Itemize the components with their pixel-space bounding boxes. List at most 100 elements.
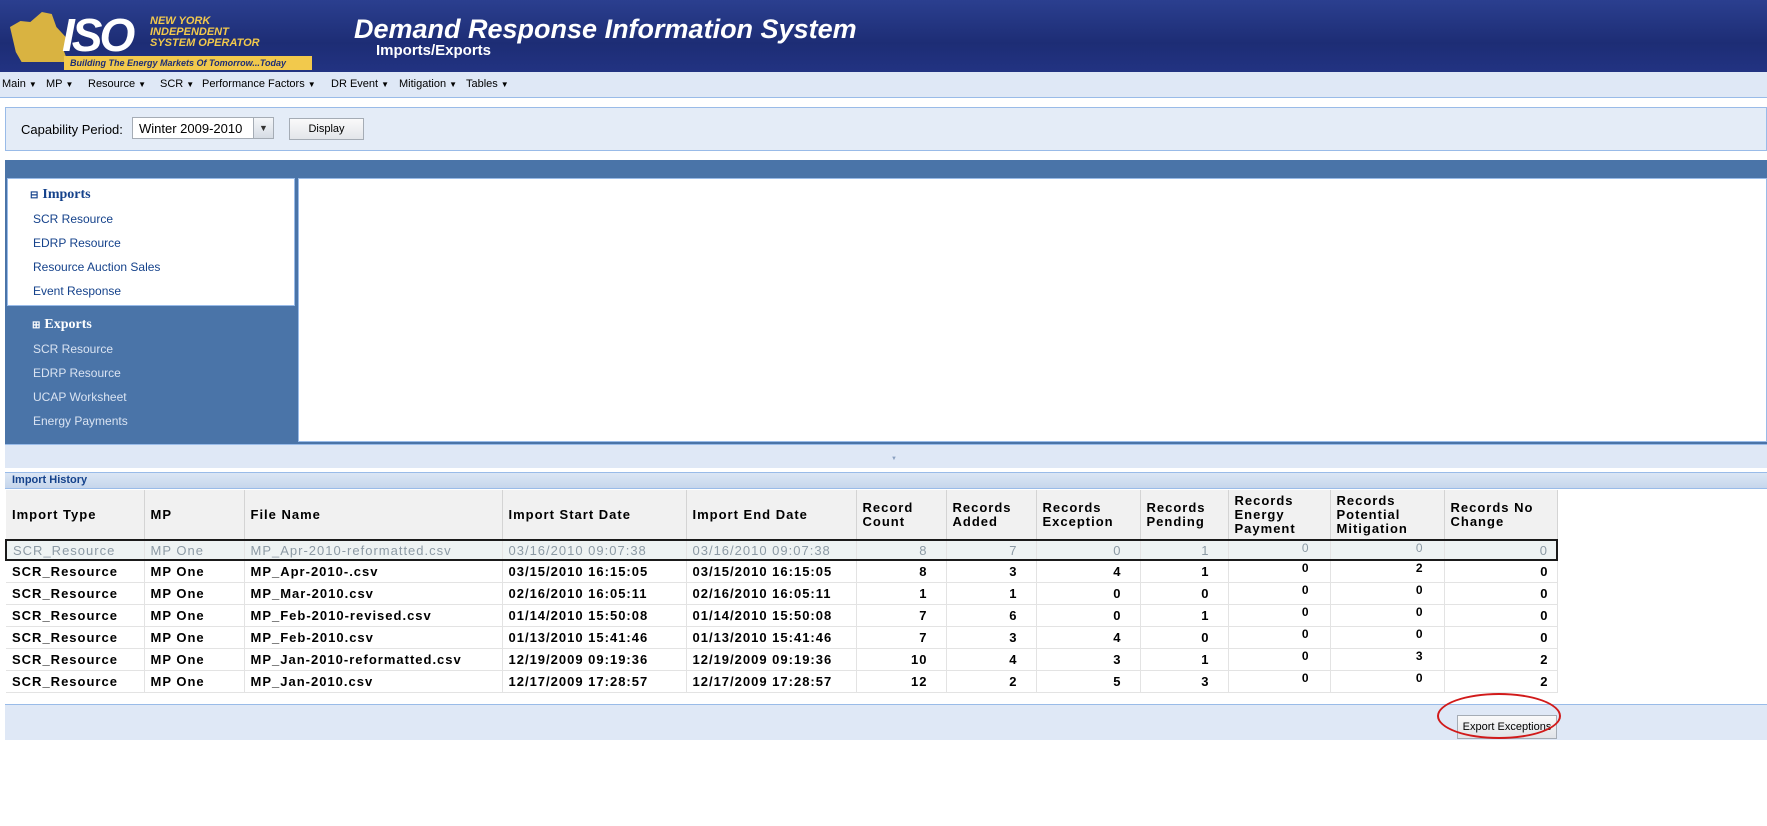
cell-file-name: MP_Feb-2010-revised.csv: [244, 604, 503, 627]
new-york-state-map-icon: [10, 12, 68, 62]
caret-down-icon: ▼: [138, 80, 146, 89]
cell-file-name: MP_Jan-2010-reformatted.csv: [244, 648, 503, 671]
column-header-records-energy-payment[interactable]: Records Energy Payment: [1228, 490, 1331, 541]
menu-resource[interactable]: Resource ▼: [88, 77, 146, 92]
menu-scr[interactable]: SCR ▼: [160, 77, 194, 92]
caret-down-icon: ▼: [28, 80, 37, 89]
menu-tables[interactable]: Tables ▼: [466, 77, 509, 92]
menu-label: MP: [46, 78, 63, 90]
imports-link-edrp-resource[interactable]: EDRP Resource: [33, 235, 121, 251]
cell-file-name: MP_Feb-2010.csv: [244, 626, 503, 649]
cell-end-date: 01/14/2010 15:50:08: [686, 604, 857, 627]
column-header-records-added[interactable]: Records Added: [946, 490, 1037, 541]
cell-record-count: 8: [856, 560, 947, 583]
expand-icon[interactable]: ⊞: [32, 320, 40, 331]
imports-link-scr-resource[interactable]: SCR Resource: [33, 211, 113, 227]
menu-label: SCR: [160, 78, 184, 90]
imports-header[interactable]: ⊟ Imports: [30, 186, 91, 205]
cell-start-date: 02/16/2010 16:05:11: [502, 582, 687, 605]
menu-main[interactable]: Main ▼: [2, 77, 37, 92]
column-header-import-end-date[interactable]: Import End Date: [686, 490, 857, 541]
exports-header[interactable]: ⊞ Exports: [32, 316, 92, 335]
cell-records-energy-payment: 0: [1228, 560, 1331, 583]
exports-link-edrp-resource[interactable]: EDRP Resource: [33, 365, 121, 381]
column-header-file-name[interactable]: File Name: [244, 490, 503, 541]
table-row[interactable]: SCR_Resource MP One MP_Jan-2010-reformat…: [6, 648, 1558, 671]
table-row[interactable]: SCR_Resource MP One MP_Apr-2010-reformat…: [5, 539, 1558, 561]
table-row[interactable]: SCR_Resource MP One MP_Feb-2010-revised.…: [6, 604, 1558, 627]
collapse-icon[interactable]: ⊟: [30, 190, 38, 201]
cell-mp: MP One: [144, 648, 245, 671]
column-header-records-pending[interactable]: Records Pending: [1140, 490, 1229, 541]
table-row[interactable]: SCR_Resource MP One MP_Mar-2010.csv 02/1…: [6, 582, 1558, 605]
page-subtitle: Imports/Exports: [376, 42, 492, 59]
cell-records-potential-mitigation: 0: [1330, 626, 1445, 649]
menu-dr-event[interactable]: DR Event ▼: [331, 77, 389, 92]
exports-link-energy-payments[interactable]: Energy Payments: [33, 413, 128, 429]
logo-org-name: NEW YORK INDEPENDENT SYSTEM OPERATOR: [150, 16, 290, 49]
column-header-import-start-date[interactable]: Import Start Date: [502, 490, 687, 541]
column-header-records-potential-mitigation[interactable]: Records Potential Mitigation: [1330, 490, 1445, 541]
cell-records-potential-mitigation: 0: [1330, 539, 1445, 561]
cell-records-added: 2: [946, 670, 1037, 693]
capability-period-select[interactable]: Winter 2009-2010 ▼: [132, 117, 274, 139]
cell-start-date: 03/15/2010 16:15:05: [502, 560, 687, 583]
menu-performance-factors[interactable]: Performance Factors ▼: [202, 77, 316, 92]
panel-header-band: [5, 160, 1767, 178]
cell-records-exception: 0: [1036, 582, 1141, 605]
table-row[interactable]: SCR_Resource MP One MP_Feb-2010.csv 01/1…: [6, 626, 1558, 649]
cell-records-pending: 1: [1140, 648, 1229, 671]
cell-records-exception: 5: [1036, 670, 1141, 693]
menu-label: Tables: [466, 78, 498, 90]
imports-title: Imports: [42, 187, 91, 202]
cell-start-date: 01/13/2010 15:41:46: [502, 626, 687, 649]
column-header-import-type[interactable]: Import Type: [6, 490, 145, 541]
cell-records-no-change: 0: [1444, 626, 1558, 649]
cell-records-no-change: 2: [1444, 670, 1558, 693]
display-button[interactable]: Display: [289, 118, 364, 140]
cell-start-date: 03/16/2010 09:07:38: [502, 539, 687, 561]
annotation-highlight-oval: [1437, 693, 1561, 739]
cell-records-energy-payment: 0: [1228, 604, 1331, 627]
exports-link-ucap-worksheet[interactable]: UCAP Worksheet: [33, 389, 127, 405]
cell-import-type: SCR_Resource: [5, 539, 145, 561]
logo-iso-text: ISO: [62, 9, 135, 61]
cell-start-date: 12/19/2009 09:19:36: [502, 648, 687, 671]
menu-mitigation[interactable]: Mitigation ▼: [399, 77, 457, 92]
cell-records-pending: 0: [1140, 626, 1229, 649]
cell-records-energy-payment: 0: [1228, 648, 1331, 671]
column-header-records-exception[interactable]: Records Exception: [1036, 490, 1141, 541]
cell-end-date: 03/16/2010 09:07:38: [686, 539, 857, 561]
menu-mp[interactable]: MP ▼: [46, 77, 73, 92]
imports-exports-panel: ⊟ Imports SCR Resource EDRP Resource Reso…: [5, 178, 1767, 444]
cell-records-exception: 4: [1036, 626, 1141, 649]
column-header-mp[interactable]: MP: [144, 490, 245, 541]
logo-org-line: SYSTEM OPERATOR: [150, 37, 260, 49]
panel-splitter[interactable]: ▼: [5, 444, 1767, 468]
cell-mp: MP One: [144, 582, 245, 605]
menu-label: Performance Factors: [202, 78, 305, 90]
cell-records-pending: 1: [1140, 560, 1229, 583]
exports-link-scr-resource[interactable]: SCR Resource: [33, 341, 113, 357]
cell-records-added: 7: [946, 539, 1037, 561]
imports-link-resource-auction-sales[interactable]: Resource Auction Sales: [33, 259, 160, 275]
imports-link-event-response[interactable]: Event Response: [33, 283, 121, 299]
cell-records-pending: 1: [1140, 604, 1229, 627]
dropdown-arrow-icon[interactable]: ▼: [253, 118, 273, 138]
content-panel: [298, 178, 1767, 442]
import-history-title: Import History: [12, 474, 88, 486]
cell-records-exception: 3: [1036, 648, 1141, 671]
splitter-grip-icon[interactable]: ▼: [891, 456, 897, 462]
cell-start-date: 01/14/2010 15:50:08: [502, 604, 687, 627]
cell-records-added: 6: [946, 604, 1037, 627]
cell-file-name: MP_Mar-2010.csv: [244, 582, 503, 605]
column-header-record-count[interactable]: Record Count: [856, 490, 947, 541]
cell-records-added: 3: [946, 560, 1037, 583]
cell-import-type: SCR_Resource: [6, 582, 145, 605]
table-row[interactable]: SCR_Resource MP One MP_Apr-2010-.csv 03/…: [6, 560, 1558, 583]
cell-records-exception: 4: [1036, 560, 1141, 583]
caret-down-icon: ▼: [307, 80, 316, 89]
caret-down-icon: ▼: [65, 80, 74, 89]
column-header-records-no-change[interactable]: Records No Change: [1444, 490, 1558, 541]
table-row[interactable]: SCR_Resource MP One MP_Jan-2010.csv 12/1…: [6, 670, 1558, 693]
